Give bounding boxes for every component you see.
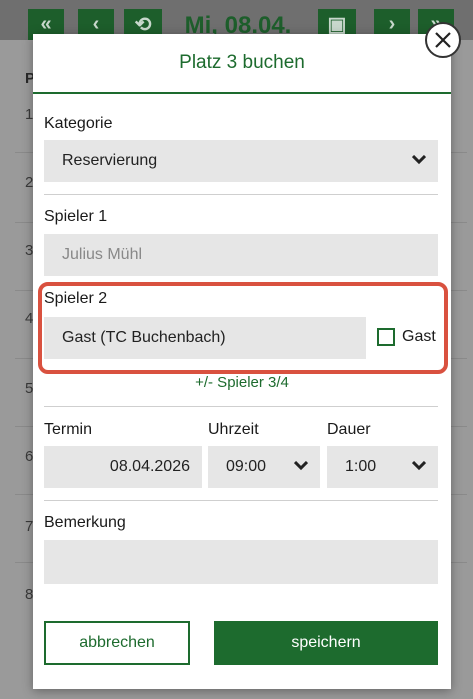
bemerkung-field[interactable] (44, 540, 438, 584)
gast-checkbox[interactable] (377, 328, 395, 346)
chevron-right-icon: › (388, 13, 396, 35)
uhrzeit-select[interactable]: 09:00 (208, 446, 320, 488)
players-toggle-link[interactable]: +/- Spieler 3/4 (33, 374, 451, 391)
cancel-button[interactable]: abbrechen (44, 621, 190, 665)
termin-field[interactable]: 08.04.2026 (44, 446, 202, 488)
title-divider (33, 92, 451, 94)
section-divider (44, 500, 438, 501)
close-button[interactable] (425, 22, 461, 58)
gast-checkbox-label: Gast (402, 328, 436, 345)
chevron-down-icon (412, 155, 426, 165)
double-chevron-left-icon: « (40, 13, 52, 35)
spieler1-field[interactable]: Julius Mühl (44, 234, 438, 276)
bemerkung-label: Bemerkung (44, 514, 126, 531)
section-divider (44, 406, 438, 407)
spieler1-label: Spieler 1 (44, 208, 108, 225)
uhrzeit-label: Uhrzeit (208, 421, 259, 438)
section-divider (44, 194, 438, 195)
spieler2-label: Spieler 2 (44, 290, 108, 307)
spieler2-field[interactable]: Gast (TC Buchenbach) (44, 317, 366, 359)
dauer-select[interactable]: 1:00 (327, 446, 438, 488)
close-icon (435, 32, 451, 48)
kategorie-select[interactable]: Reservierung (44, 140, 438, 182)
save-button[interactable]: speichern (214, 621, 438, 665)
spieler1-value: Julius Mühl (62, 246, 143, 263)
dauer-value: 1:00 (345, 458, 377, 475)
spieler2-value: Gast (TC Buchenbach) (62, 329, 226, 346)
termin-label: Termin (44, 421, 93, 438)
booking-dialog: Platz 3 buchen Kategorie Reservierung Sp… (33, 34, 451, 689)
uhrzeit-value: 09:00 (226, 458, 267, 475)
chevron-down-icon (412, 461, 426, 471)
chevron-left-icon: ‹ (92, 13, 100, 35)
kategorie-label: Kategorie (44, 115, 113, 132)
kategorie-value: Reservierung (62, 152, 158, 169)
termin-value: 08.04.2026 (109, 458, 190, 475)
chevron-down-icon (294, 461, 308, 471)
dialog-title: Platz 3 buchen (179, 52, 305, 73)
dauer-label: Dauer (327, 421, 371, 438)
